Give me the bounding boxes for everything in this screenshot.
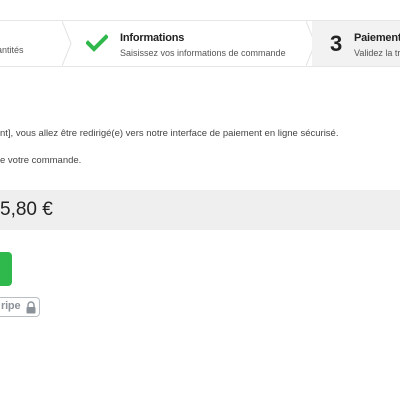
step-payment-number: 3: [330, 31, 343, 56]
order-total-bar: 5,80 €: [0, 190, 400, 230]
step-payment-subtitle: Validez la tr: [354, 48, 400, 58]
step-payment[interactable]: 3 Paiement Validez la tr: [312, 21, 400, 66]
step-informations-title: Informations: [120, 32, 185, 44]
lock-icon: [26, 301, 36, 314]
step-payment-title: Paiement: [354, 32, 400, 44]
stripe-secure-badge: ripe: [0, 297, 40, 317]
stripe-logo-text: ripe: [1, 300, 21, 312]
checkout-stepper: uantités Informations Saisissez vos info…: [0, 20, 400, 67]
step-cart-subtitle: uantités: [0, 45, 24, 55]
order-total-amount: 5,80 €: [0, 199, 53, 220]
redirect-notice: nt], vous allez être redirigé(e) vers no…: [0, 128, 339, 139]
pay-button[interactable]: [0, 252, 12, 286]
step-informations-subtitle: Saisissez vos informations de commande: [120, 48, 286, 58]
check-icon: [86, 34, 108, 52]
step-informations[interactable]: Informations Saisissez vos informations …: [68, 21, 312, 66]
step-cart[interactable]: uantités: [0, 21, 68, 66]
order-notice: e votre commande.: [0, 155, 82, 166]
